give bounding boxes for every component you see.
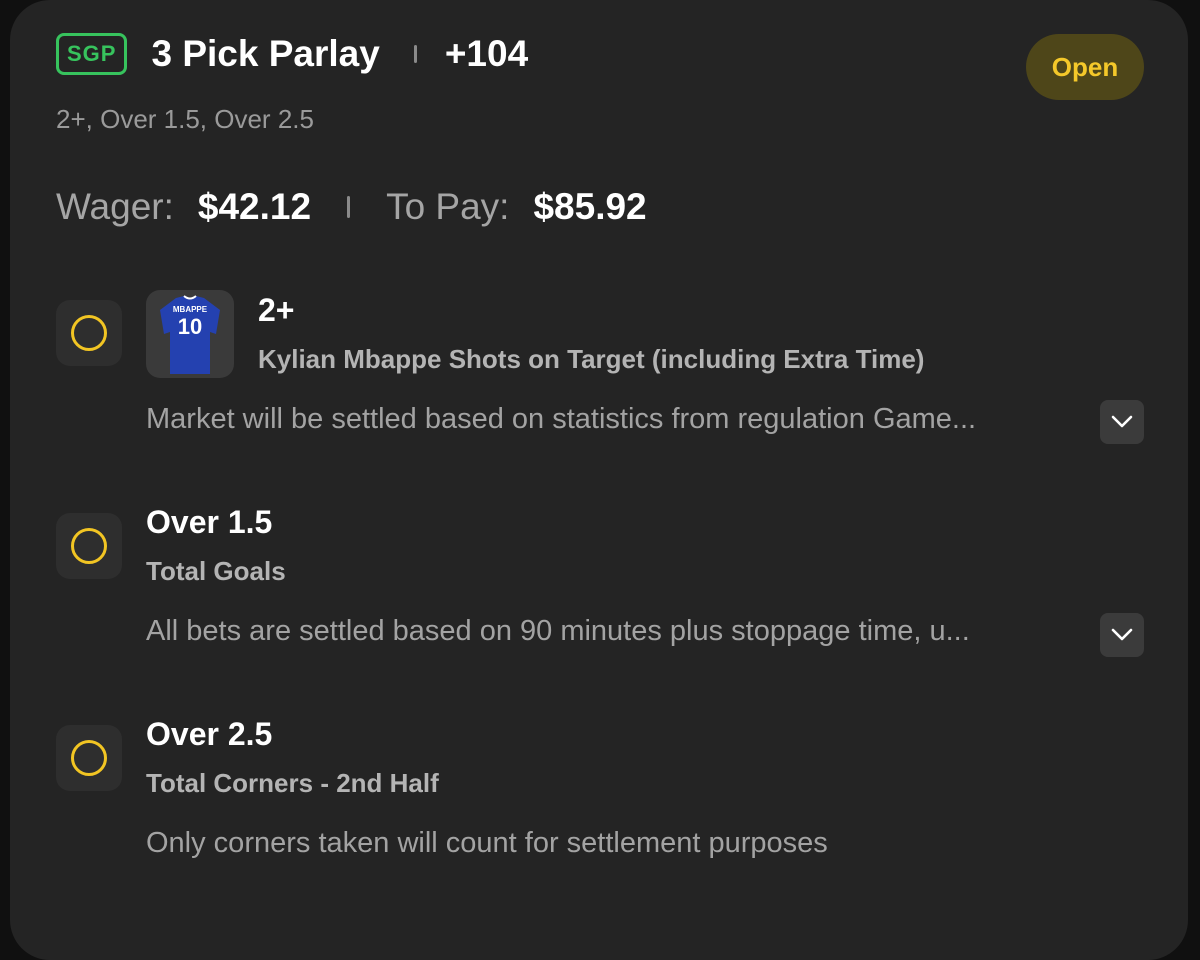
jersey-name: MBAPPE xyxy=(173,305,208,314)
empty-circle-icon xyxy=(71,315,107,351)
leg-status-indicator xyxy=(56,300,122,366)
divider xyxy=(413,45,417,63)
leg-rules-text: Market will be settled based on statisti… xyxy=(146,403,977,435)
payout-label: To Pay: xyxy=(386,186,510,227)
bet-title: 3 Pick Parlay xyxy=(151,33,380,74)
leg-status-indicator xyxy=(56,513,122,579)
selections-summary: 2+, Over 1.5, Over 2.5 xyxy=(56,104,314,134)
leg-rules-text: Only corners taken will count for settle… xyxy=(146,827,828,859)
leg-status-indicator xyxy=(56,725,122,791)
empty-circle-icon xyxy=(71,740,107,776)
wager-amount: $42.12 xyxy=(197,186,312,227)
leg-selection: Over 1.5 xyxy=(146,504,273,540)
player-jersey-image: MBAPPE 10 xyxy=(146,290,234,378)
status-badge: Open xyxy=(1026,34,1144,100)
chevron-down-icon xyxy=(1111,628,1133,641)
divider xyxy=(347,196,351,218)
parlay-card[interactable]: SGP 3 Pick Parlay +104 Open 2+, Over 1.5… xyxy=(10,0,1188,960)
leg-market: Kylian Mbappe Shots on Target (including… xyxy=(258,344,925,374)
leg-selection: 2+ xyxy=(258,292,295,328)
bet-header: SGP 3 Pick Parlay +104 xyxy=(56,33,528,75)
bet-odds: +104 xyxy=(444,33,529,74)
leg-market: Total Goals xyxy=(146,556,286,586)
empty-circle-icon xyxy=(71,528,107,564)
jersey-icon: MBAPPE 10 xyxy=(160,295,220,374)
expand-rules-button[interactable] xyxy=(1100,400,1144,444)
payout-amount: $85.92 xyxy=(533,186,647,227)
leg-rules-text: All bets are settled based on 90 minutes… xyxy=(146,615,970,647)
jersey-number: 10 xyxy=(178,314,202,339)
sgp-badge: SGP xyxy=(56,33,128,75)
chevron-down-icon xyxy=(1111,415,1133,428)
leg-market: Total Corners - 2nd Half xyxy=(146,768,439,798)
wager-label: Wager: xyxy=(56,186,174,227)
leg-selection: Over 2.5 xyxy=(146,716,273,752)
wager-summary: Wager: $42.12 To Pay: $85.92 xyxy=(56,186,647,228)
expand-rules-button[interactable] xyxy=(1100,613,1144,657)
